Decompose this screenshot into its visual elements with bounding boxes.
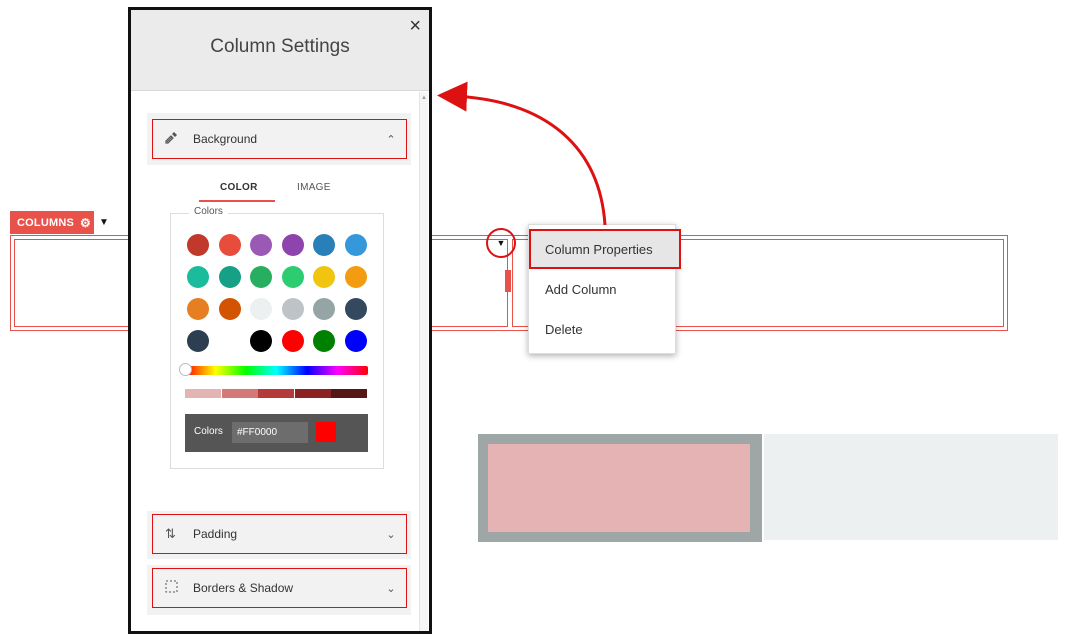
chevron-up-icon[interactable]: ⌃ xyxy=(376,133,406,146)
panel-title: Column Settings xyxy=(210,36,350,57)
tab-image[interactable]: IMAGE xyxy=(297,182,331,193)
menu-item-label: Column Properties xyxy=(545,241,653,257)
color-swatch[interactable] xyxy=(344,298,367,320)
padding-section-header[interactable]: ⇅ Padding ⌄ xyxy=(152,514,407,554)
color-swatch[interactable] xyxy=(250,266,272,288)
color-swatch[interactable] xyxy=(281,298,304,320)
hue-slider[interactable] xyxy=(185,366,368,375)
menu-item-add-column[interactable]: Add Column xyxy=(529,269,675,309)
background-section: Background ⌃ xyxy=(147,113,411,165)
column-settings-panel: Column Settings × ▲ Background ⌃ COLOR I… xyxy=(128,7,432,634)
preview-light-box xyxy=(764,434,1058,540)
gear-icon[interactable]: ⚙ xyxy=(80,216,91,230)
annotation-arrow xyxy=(437,81,607,226)
color-swatch[interactable] xyxy=(281,266,304,288)
menu-item-label: Delete xyxy=(545,321,583,337)
column-resize-handle[interactable] xyxy=(505,270,511,292)
chevron-down-icon[interactable]: ⌄ xyxy=(376,582,406,595)
tab-active-indicator xyxy=(199,200,275,202)
columns-badge-label: COLUMNS xyxy=(17,216,75,229)
borders-section: Borders & Shadow ⌄ xyxy=(147,565,411,615)
hue-slider-handle[interactable] xyxy=(179,363,192,376)
column-caret-down-icon[interactable]: ▼ xyxy=(494,236,508,250)
columns-badge[interactable]: COLUMNS ⚙ xyxy=(10,211,94,234)
color-swatch[interactable] xyxy=(344,330,367,352)
menu-item-delete[interactable]: Delete xyxy=(529,309,675,349)
borders-label: Borders & Shadow xyxy=(193,581,294,595)
menu-item-label: Add Column xyxy=(545,281,617,297)
scroll-up-arrow-icon[interactable]: ▲ xyxy=(421,95,427,101)
shade-swatch[interactable] xyxy=(294,389,331,398)
padding-section: ⇅ Padding ⌄ xyxy=(147,511,411,559)
selected-color-preview xyxy=(316,422,336,442)
tab-color[interactable]: COLOR xyxy=(220,182,258,193)
shade-swatch[interactable] xyxy=(331,389,368,398)
color-swatch[interactable] xyxy=(250,234,272,256)
shade-swatch[interactable] xyxy=(258,389,295,398)
padding-arrows-icon: ⇅ xyxy=(165,526,176,541)
color-swatch[interactable] xyxy=(313,266,335,288)
color-swatch[interactable] xyxy=(281,330,304,352)
color-swatch[interactable] xyxy=(187,330,209,352)
padding-label: Padding xyxy=(193,527,238,541)
borders-section-header[interactable]: Borders & Shadow ⌄ xyxy=(152,568,407,608)
color-swatch[interactable] xyxy=(313,234,335,256)
color-swatch[interactable] xyxy=(187,234,209,256)
hex-input[interactable] xyxy=(232,422,308,443)
eyedropper-icon xyxy=(165,131,185,147)
scrollbar[interactable]: ▲ xyxy=(419,92,428,631)
column-context-menu: Column Properties Add Column Delete xyxy=(528,224,681,354)
color-swatch[interactable] xyxy=(344,234,367,256)
chevron-down-icon[interactable]: ⌄ xyxy=(376,528,406,541)
border-dashed-icon xyxy=(165,580,185,596)
hex-label: Colors xyxy=(194,426,223,437)
panel-header: Column Settings × xyxy=(131,10,429,91)
color-swatch[interactable] xyxy=(313,330,335,352)
color-swatch[interactable] xyxy=(218,234,241,256)
color-swatch[interactable] xyxy=(313,298,335,320)
color-swatch[interactable] xyxy=(250,330,272,352)
color-swatch[interactable] xyxy=(281,234,304,256)
close-icon[interactable]: × xyxy=(409,15,421,38)
color-swatch[interactable] xyxy=(344,266,367,288)
color-swatch[interactable] xyxy=(218,298,241,320)
shade-swatch[interactable] xyxy=(221,389,258,398)
background-section-header[interactable]: Background ⌃ xyxy=(152,119,407,159)
preview-inner-box xyxy=(488,444,750,532)
hex-color-panel: Colors xyxy=(185,414,368,452)
color-swatch[interactable] xyxy=(187,266,209,288)
color-swatch[interactable] xyxy=(218,330,241,352)
color-swatch[interactable] xyxy=(187,298,209,320)
caret-down-icon[interactable]: ▼ xyxy=(98,216,110,228)
shade-swatch[interactable] xyxy=(185,389,221,398)
menu-item-column-properties[interactable]: Column Properties xyxy=(529,229,681,269)
color-swatch[interactable] xyxy=(250,298,272,320)
background-label: Background xyxy=(193,132,258,146)
color-swatch[interactable] xyxy=(218,266,241,288)
colors-legend: Colors xyxy=(189,206,228,217)
